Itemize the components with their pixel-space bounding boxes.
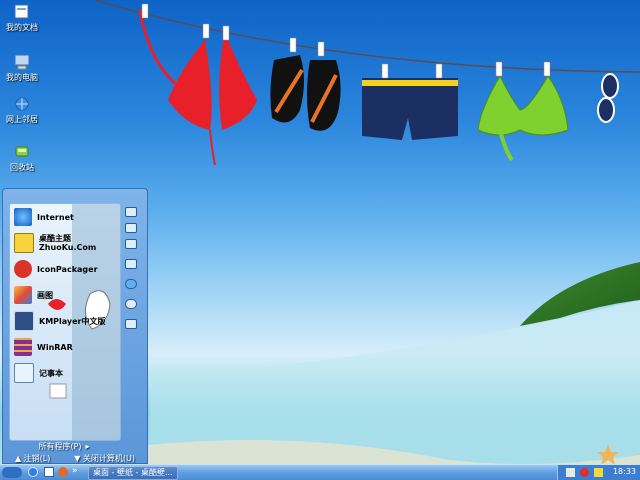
start-pin-label: 记事本	[39, 368, 63, 378]
start-pin-label: WinRAR	[37, 342, 73, 352]
red-bikini	[138, 3, 257, 166]
zhuoku-icon	[14, 233, 34, 253]
places-network-icon[interactable]	[125, 279, 137, 289]
desktop-icon-network[interactable]: 网上邻居	[2, 96, 42, 125]
my-computer-icon	[14, 54, 30, 70]
start-menu-pinned-list: Internet 桌酷主题 ZhuoKu.Com IconPackager 画图…	[9, 203, 121, 441]
start-pin-winrar[interactable]: WinRAR	[14, 336, 73, 358]
places-computer-icon[interactable]	[125, 239, 137, 249]
recycle-bin-icon	[15, 146, 29, 157]
sunglasses	[597, 73, 619, 123]
quicklaunch-more-button[interactable]: »	[72, 466, 78, 476]
start-pin-paint[interactable]: 画图	[14, 284, 53, 306]
my-documents-icon	[14, 4, 29, 19]
desktop-icon-my-documents[interactable]: 我的文档	[2, 4, 42, 33]
start-pin-iconpackager[interactable]: IconPackager	[14, 258, 98, 280]
start-pin-label: 桌酷主题 ZhuoKu.Com	[39, 234, 97, 252]
shutdown-icon: ▼	[74, 453, 81, 463]
flip-flops	[270, 37, 341, 131]
desktop-icon-recycle-bin[interactable]: 回收站	[2, 144, 42, 173]
places-pictures-icon[interactable]	[125, 223, 137, 233]
tray-antivirus-icon[interactable]	[580, 468, 589, 477]
start-pin-label: Internet	[37, 212, 74, 222]
desktop-icon-my-computer[interactable]: 我的电脑	[2, 54, 42, 83]
desktop-icon-label: 我的文档	[6, 23, 38, 32]
start-pin-kmplayer[interactable]: KMPlayer中文版	[14, 310, 106, 332]
shutdown-button[interactable]: ▼ 关闭计算机(U)	[74, 453, 135, 464]
start-menu: Internet 桌酷主题 ZhuoKu.Com IconPackager 画图…	[2, 188, 148, 464]
shutdown-label: 关闭计算机(U)	[82, 453, 136, 463]
tray-network-icon[interactable]	[566, 468, 575, 477]
chevron-right-icon: ▸	[85, 441, 90, 451]
internet-explorer-icon	[14, 208, 32, 226]
places-documents-icon[interactable]	[125, 207, 137, 217]
desktop-icon-label: 网上邻居	[6, 115, 38, 124]
all-programs-label: 所有程序(P)	[38, 441, 82, 451]
taskbar-task-label: 桌面 - 壁纸 - 桌酷壁...	[93, 468, 173, 477]
swim-trunks	[362, 63, 458, 140]
places-run-icon[interactable]	[125, 319, 137, 329]
logoff-label: 注销(L)	[23, 453, 51, 463]
start-pin-internet[interactable]: Internet	[14, 206, 74, 228]
start-pin-label: KMPlayer中文版	[39, 316, 106, 326]
paint-icon	[14, 286, 32, 304]
iconpackager-icon	[14, 260, 32, 278]
kmplayer-icon	[14, 311, 34, 331]
show-desktop-icon[interactable]	[44, 467, 54, 477]
places-search-icon[interactable]	[125, 299, 137, 309]
notepad-icon	[14, 363, 34, 383]
desktop-icon-label: 回收站	[10, 163, 34, 172]
logoff-icon: ▲	[14, 453, 22, 463]
start-pin-label: 画图	[37, 290, 53, 300]
start-pin-zhuoku[interactable]: 桌酷主题 ZhuoKu.Com	[14, 232, 96, 254]
desktop-icon-label: 我的电脑	[6, 73, 38, 82]
system-tray: 18:33	[557, 465, 640, 480]
tray-volume-icon[interactable]	[594, 468, 603, 477]
media-quicklaunch-icon[interactable]	[58, 467, 68, 477]
taskbar-clock[interactable]: 18:33	[613, 467, 636, 476]
start-pin-notepad[interactable]: 记事本	[14, 362, 63, 384]
winrar-icon	[14, 338, 32, 356]
start-button[interactable]	[2, 467, 22, 478]
taskbar-task-button[interactable]: 桌面 - 壁纸 - 桌酷壁...	[88, 466, 178, 480]
taskbar: » 桌面 - 壁纸 - 桌酷壁... 18:33	[0, 464, 640, 480]
places-control-panel-icon[interactable]	[125, 259, 137, 269]
start-pin-label: IconPackager	[37, 264, 98, 274]
start-menu-places	[121, 203, 145, 439]
start-menu-footer: ▲ 注销(L) ▼ 关闭计算机(U)	[3, 451, 147, 465]
logoff-button[interactable]: ▲ 注销(L)	[15, 453, 50, 464]
ie-quicklaunch-icon[interactable]	[28, 467, 38, 477]
network-icon	[15, 97, 29, 111]
desktop: 我的文档 我的电脑 网上邻居 回收站 Internet 桌酷主题 ZhuoKu.…	[0, 0, 640, 480]
green-bikini-top	[477, 61, 569, 162]
